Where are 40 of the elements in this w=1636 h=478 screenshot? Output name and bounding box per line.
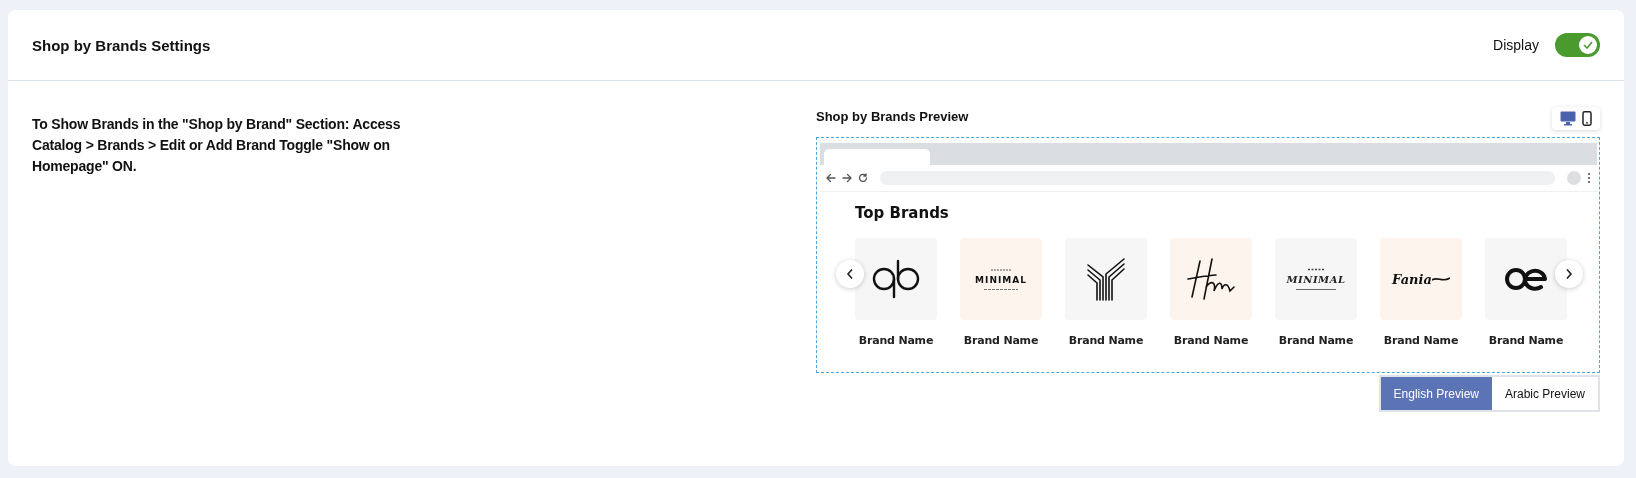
instructions-text: To Show Brands in the "Shop by Brand" Section: Access Catalog > Brands > Edit or Add Brand Toggle "Show on Homepage" ON. <box>32 115 402 176</box>
back-icon <box>826 173 836 183</box>
next-button[interactable] <box>1555 260 1583 288</box>
brand-name: Brand Name <box>1173 334 1249 347</box>
brand-name: Brand Name <box>963 334 1039 347</box>
previous-button[interactable] <box>836 260 864 288</box>
brand-logo-text: MINIMAL <box>1286 273 1346 285</box>
brand-name: Brand Name <box>858 334 934 347</box>
brand-name: Brand Name <box>1068 334 1144 347</box>
ornament-icon <box>1296 287 1336 291</box>
profile-avatar <box>1567 171 1581 185</box>
chevron-left-icon <box>846 268 854 280</box>
language-preview-tab[interactable]: English Preview <box>1380 377 1492 410</box>
stripes-logo-icon <box>1086 257 1126 301</box>
brand-logo-text: Fania <box>1392 271 1432 287</box>
display-label: Display <box>1493 37 1539 53</box>
rings-logo-icon <box>1503 266 1549 292</box>
ornament-icon <box>1308 267 1324 271</box>
loops-logo-icon <box>870 259 922 299</box>
brand-name: Brand Name <box>1278 334 1354 347</box>
phone-icon <box>1582 111 1592 126</box>
brand-name: Brand Name <box>1488 334 1564 347</box>
forward-icon <box>842 173 852 183</box>
section-title: Top Brands <box>855 204 950 222</box>
chevron-right-icon <box>1565 268 1573 280</box>
monitor-icon <box>1560 111 1576 126</box>
desktop-view-button[interactable] <box>1560 111 1576 126</box>
mobile-view-button[interactable] <box>1582 111 1592 126</box>
swash-icon <box>1431 274 1450 284</box>
menu-icon <box>1587 172 1591 184</box>
brand-name: Brand Name <box>1383 334 1459 347</box>
preview-title: Shop by Brands Preview <box>816 109 969 124</box>
display-toggle[interactable] <box>1555 33 1600 57</box>
reload-icon <box>858 173 868 183</box>
check-icon <box>1583 41 1593 49</box>
ornament-icon <box>991 267 1011 272</box>
signature-logo-icon <box>1186 257 1236 301</box>
card-title: Shop by Brands Settings <box>32 36 211 54</box>
ornament-icon <box>984 287 1018 291</box>
brand-logo-text: MINIMAL <box>975 274 1027 285</box>
